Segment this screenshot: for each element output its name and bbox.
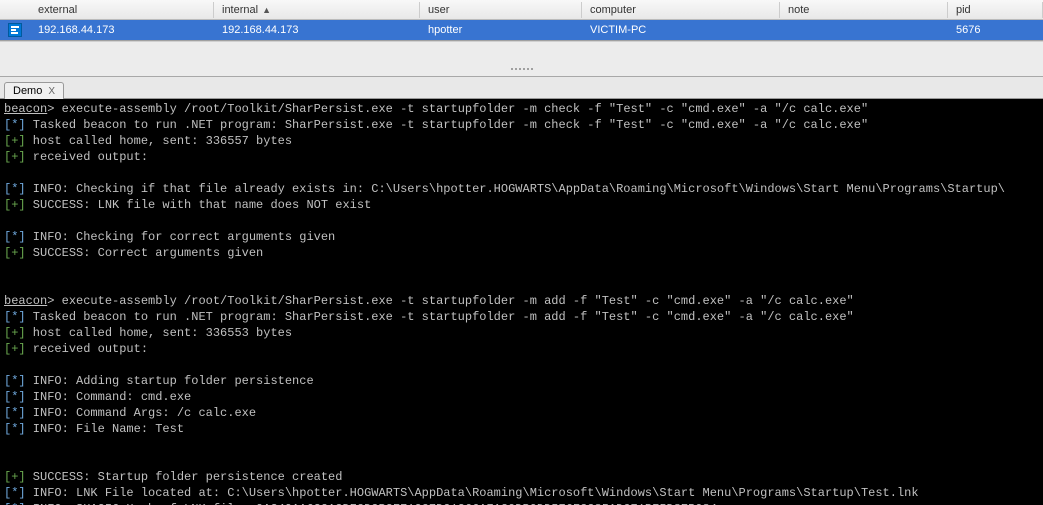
marker-success: [+] [4, 134, 26, 148]
tab-bar: Demo X [0, 77, 1043, 99]
beacon-console[interactable]: beacon> execute-assembly /root/Toolkit/S… [0, 99, 1043, 505]
output-line: INFO: Adding startup folder persistence [26, 374, 314, 388]
output-line: INFO: Checking for correct arguments giv… [26, 230, 336, 244]
output-line: INFO: Command: cmd.exe [26, 390, 192, 404]
marker-info: [*] [4, 486, 26, 500]
marker-success: [+] [4, 342, 26, 356]
header-pid[interactable]: pid [948, 2, 1043, 18]
header-icon-col[interactable] [0, 8, 30, 12]
table-header-row: external internal ▲ user computer note pi… [0, 0, 1043, 20]
marker-info: [*] [4, 406, 26, 420]
output-line: host called home, sent: 336553 bytes [26, 326, 292, 340]
header-computer[interactable]: computer [582, 2, 780, 18]
command-input: execute-assembly /root/Toolkit/SharPersi… [54, 102, 868, 116]
marker-info: [*] [4, 182, 26, 196]
marker-info: [*] [4, 230, 26, 244]
cell-user: hpotter [420, 22, 582, 38]
output-line: Tasked beacon to run .NET program: SharP… [26, 310, 854, 324]
marker-info: [*] [4, 422, 26, 436]
header-note[interactable]: note [780, 2, 948, 18]
marker-success: [+] [4, 326, 26, 340]
output-line: INFO: LNK File located at: C:\Users\hpot… [26, 486, 919, 500]
output-line: SUCCESS: Startup folder persistence crea… [26, 470, 343, 484]
marker-success: [+] [4, 246, 26, 260]
tab-demo[interactable]: Demo X [4, 82, 64, 99]
prompt: beacon [4, 294, 47, 308]
close-icon[interactable]: X [48, 86, 55, 97]
output-line: SUCCESS: Correct arguments given [26, 246, 264, 260]
drag-handle-icon [502, 68, 542, 74]
output-line: SUCCESS: LNK file with that name does NO… [26, 198, 372, 212]
header-internal[interactable]: internal ▲ [214, 2, 420, 18]
header-external[interactable]: external [30, 2, 214, 18]
output-line: INFO: Checking if that file already exis… [26, 182, 1005, 196]
windows-icon [8, 23, 22, 37]
header-user[interactable]: user [420, 2, 582, 18]
output-line: Tasked beacon to run .NET program: SharP… [26, 118, 869, 132]
marker-success: [+] [4, 150, 26, 164]
header-internal-label: internal [222, 4, 258, 16]
marker-info: [*] [4, 118, 26, 132]
marker-info: [*] [4, 374, 26, 388]
output-line: host called home, sent: 336557 bytes [26, 134, 292, 148]
command-input: execute-assembly /root/Toolkit/SharPersi… [54, 294, 853, 308]
cell-internal: 192.168.44.173 [214, 22, 420, 38]
output-line: INFO: File Name: Test [26, 422, 184, 436]
output-line: received output: [26, 342, 148, 356]
cell-external: 192.168.44.173 [30, 22, 214, 38]
panel-splitter[interactable] [0, 41, 1043, 77]
beacon-table: external internal ▲ user computer note pi… [0, 0, 1043, 41]
tab-label: Demo [13, 85, 42, 97]
table-row[interactable]: 192.168.44.173 192.168.44.173 hpotter VI… [0, 20, 1043, 40]
cell-computer: VICTIM-PC [582, 22, 780, 38]
marker-success: [+] [4, 470, 26, 484]
marker-info: [*] [4, 310, 26, 324]
output-line: INFO: Command Args: /c calc.exe [26, 406, 256, 420]
sort-ascending-icon: ▲ [262, 5, 271, 15]
cell-pid: 5676 [948, 22, 1043, 38]
output-line: received output: [26, 150, 148, 164]
cell-note [780, 28, 948, 32]
marker-info: [*] [4, 390, 26, 404]
prompt: beacon [4, 102, 47, 116]
marker-success: [+] [4, 198, 26, 212]
